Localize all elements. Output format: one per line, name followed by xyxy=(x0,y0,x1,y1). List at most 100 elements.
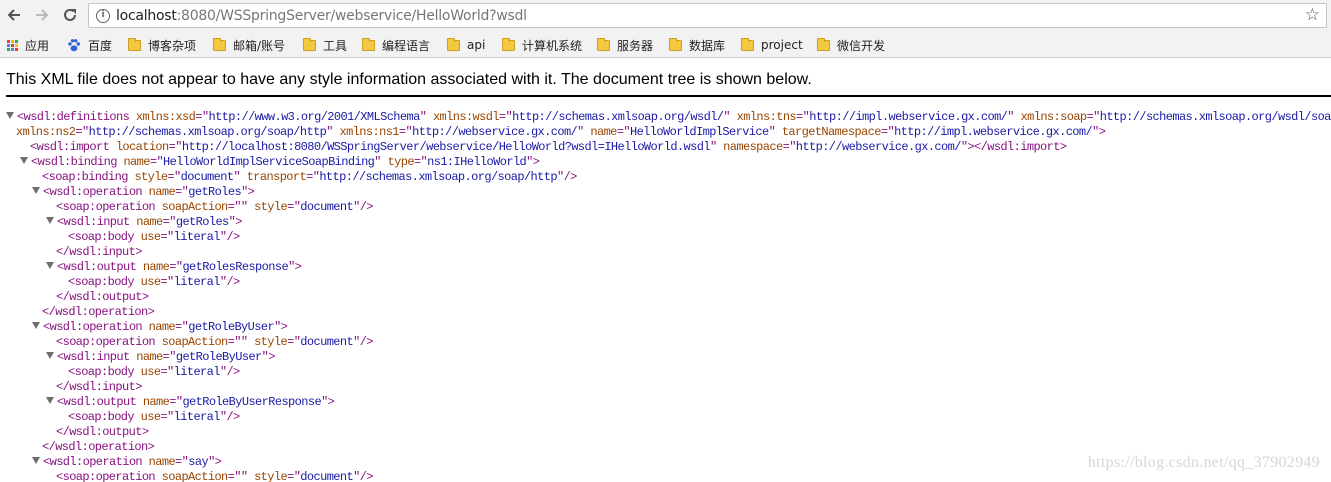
tag-text xyxy=(142,185,149,199)
attr-name: use xyxy=(140,230,161,244)
bookmark-apps[interactable]: 应用 xyxy=(7,36,49,54)
xml-line: <wsdl:import location="http://localhost:… xyxy=(30,140,1067,155)
collapse-triangle-icon[interactable] xyxy=(32,457,40,464)
collapse-triangle-icon[interactable] xyxy=(20,157,28,164)
bookmark-folder[interactable]: 服务器 xyxy=(597,36,653,54)
tag-text: <soap:operation xyxy=(56,200,156,214)
tag-text: =" xyxy=(1086,110,1101,124)
attr-value: http://webservice.gx.com/ xyxy=(795,140,962,154)
tag-text: =" xyxy=(796,110,810,124)
bookmark-label: 编程语言 xyxy=(382,38,431,53)
folder-icon xyxy=(213,37,226,51)
attr-value: ns1:IHelloWorld xyxy=(427,155,527,169)
tag-text: "> xyxy=(228,215,243,229)
tag-text: =" xyxy=(175,320,189,334)
attr-name: location xyxy=(115,140,169,154)
tag-text: <wsdl:operation xyxy=(43,455,143,469)
tag-text xyxy=(136,395,143,409)
collapse-triangle-icon[interactable] xyxy=(46,352,54,359)
bookmark-label: 微信开发 xyxy=(837,38,886,53)
tag-text: </wsdl:output> xyxy=(56,425,149,439)
info-icon[interactable]: i xyxy=(96,9,110,23)
attr-name: name xyxy=(148,185,176,199)
attr-name: style xyxy=(254,335,288,349)
bookmark-folder[interactable]: 博客杂项 xyxy=(128,36,196,54)
attr-value: document xyxy=(180,170,234,184)
attr-name: xmlns:soap xyxy=(1020,110,1088,124)
tag-text xyxy=(129,110,136,124)
collapse-triangle-icon[interactable] xyxy=(46,217,54,224)
tag-text: =" xyxy=(168,140,183,154)
tag-text: <wsdl:input xyxy=(57,350,130,364)
reload-button[interactable] xyxy=(59,4,81,26)
attr-value: getRoleByUserResponse xyxy=(182,395,322,409)
forward-button[interactable] xyxy=(31,4,53,26)
attr-value: getRolesResponse xyxy=(182,260,289,274)
bookmark-folder[interactable]: 数据库 xyxy=(669,36,725,54)
collapse-triangle-icon[interactable] xyxy=(32,322,40,329)
bookmark-folder[interactable]: 邮箱/账号 xyxy=(213,36,285,54)
address-bar[interactable]: i localhost:8080/WSSpringServer/webservi… xyxy=(88,3,1327,28)
bookmark-label: 服务器 xyxy=(617,38,654,53)
url-text[interactable]: localhost:8080/WSSpringServer/webservice… xyxy=(116,8,527,24)
attr-name: style xyxy=(134,170,168,184)
tag-text: "> xyxy=(261,350,276,364)
attr-value: getRoleByUser xyxy=(175,350,262,364)
bookmark-folder[interactable]: 工具 xyxy=(303,36,347,54)
tag-text: "/> xyxy=(219,365,240,379)
tag-text: "> xyxy=(288,260,302,274)
bookmark-folder[interactable]: project xyxy=(741,36,803,54)
tag-text: <wsdl:operation xyxy=(43,320,143,334)
xml-line: <wsdl:operation name="getRoleByUser"> xyxy=(32,320,288,335)
collapse-triangle-icon[interactable] xyxy=(46,397,54,404)
collapse-triangle-icon[interactable] xyxy=(46,262,54,269)
collapse-triangle-icon[interactable] xyxy=(6,112,14,119)
tag-text: </wsdl:output> xyxy=(56,290,149,304)
baidu-paw-icon xyxy=(68,39,80,52)
tag-text: "/> xyxy=(219,230,240,244)
tag-text xyxy=(134,365,141,379)
bookmark-baidu[interactable]: 百度 xyxy=(67,36,112,54)
tag-text: <soap:body xyxy=(68,275,135,289)
back-button[interactable] xyxy=(3,4,25,26)
collapse-triangle-icon[interactable] xyxy=(32,187,40,194)
star-icon[interactable]: ☆ xyxy=(1305,5,1320,25)
tag-text xyxy=(155,335,162,349)
tag-text: "/> xyxy=(219,275,240,289)
bookmark-folder[interactable]: 编程语言 xyxy=(362,36,430,54)
tag-text xyxy=(1014,110,1021,124)
tag-text: =" xyxy=(160,230,174,244)
xml-line: <soap:body use="literal"/> xyxy=(68,230,240,245)
folder-icon xyxy=(597,37,610,51)
tag-text: "/> xyxy=(353,470,373,482)
tag-text: =" xyxy=(149,155,164,169)
tag-text: </wsdl:operation> xyxy=(42,440,155,454)
attr-name: soapAction xyxy=(161,200,229,214)
tag-text: =" xyxy=(160,275,174,289)
bookmark-label: 数据库 xyxy=(689,38,726,53)
attr-name: soapAction xyxy=(161,470,229,482)
tag-text: =" xyxy=(287,335,301,349)
bookmark-folder[interactable]: api xyxy=(447,36,485,54)
tag-text xyxy=(134,410,141,424)
tag-text xyxy=(333,125,340,139)
attr-name: name xyxy=(142,395,170,409)
xml-line: <soap:body use="literal"/> xyxy=(68,410,240,425)
folder-icon xyxy=(817,37,830,51)
tag-text: =" xyxy=(169,395,183,409)
bookmark-folder[interactable]: 微信开发 xyxy=(817,36,885,54)
tag-text: </wsdl:input> xyxy=(56,245,142,259)
attr-name: use xyxy=(140,275,161,289)
tag-text xyxy=(775,125,782,139)
xml-line: <soap:operation soapAction="" style="doc… xyxy=(56,200,374,215)
bookmark-folder[interactable]: 计算机系统 xyxy=(502,36,582,54)
tag-text: <soap:operation xyxy=(56,335,156,349)
tag-text: <wsdl:import xyxy=(30,140,110,154)
folder-icon xyxy=(669,37,682,51)
xml-line: <wsdl:output name="getRolesResponse"> xyxy=(46,260,302,275)
attr-name: style xyxy=(254,200,288,214)
tag-text: </wsdl:operation> xyxy=(42,305,155,319)
tag-text: <soap:operation xyxy=(56,470,156,482)
url-host: localhost xyxy=(116,8,177,24)
attr-name: xmlns:ns1 xyxy=(339,125,400,139)
